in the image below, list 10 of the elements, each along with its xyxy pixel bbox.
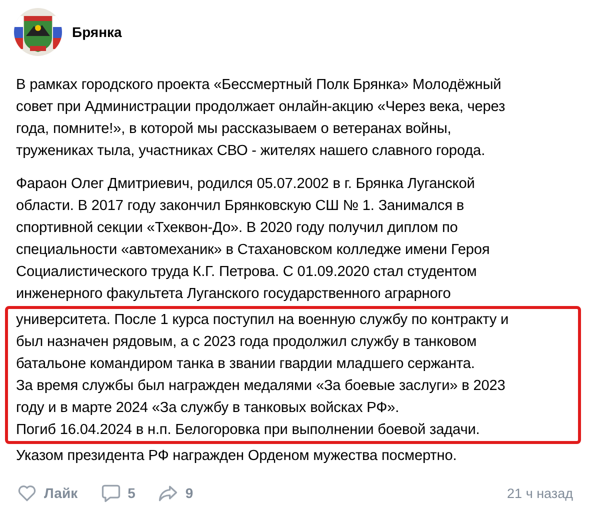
- like-button[interactable]: Лайк: [16, 482, 78, 504]
- post-text: Указом президента РФ награжден Орденом мужества посмертно.: [15, 447, 458, 466]
- comment-button[interactable]: 5: [100, 482, 136, 504]
- post-time[interactable]: 21 ч назад: [507, 486, 573, 500]
- avatar-icon[interactable]: [14, 8, 62, 56]
- highlighted-text: университета. После 1 курса поступил на военную службу по контракту и был назначен рядовым, а с 2023 года продолжил службу в танковом батальоне командиром танка в звании гвардии младшего сержанта. За время службы был награжден медалями «За боевые заслуги» в 2023 году и в марте 2024 «За службу в танковых войсках РФ». Погиб 16.04.2024 в н.п. Белогоровка при выполнении боевой задачи.: [5, 306, 581, 444]
- comment-icon: [100, 482, 122, 504]
- share-button[interactable]: 9: [157, 482, 194, 504]
- post-text: В рамках городского проекта «Бессмертный Полк Брянка» Молодёжный совет при Администрации продолжает онлайн-акцию «Через века, через года, помните!», в которой мы рассказываем о ветеранах войны, тружениках тыла, участниках СВО - жителях нашего славного города.: [15, 76, 506, 161]
- author-name[interactable]: Брянка: [72, 24, 122, 40]
